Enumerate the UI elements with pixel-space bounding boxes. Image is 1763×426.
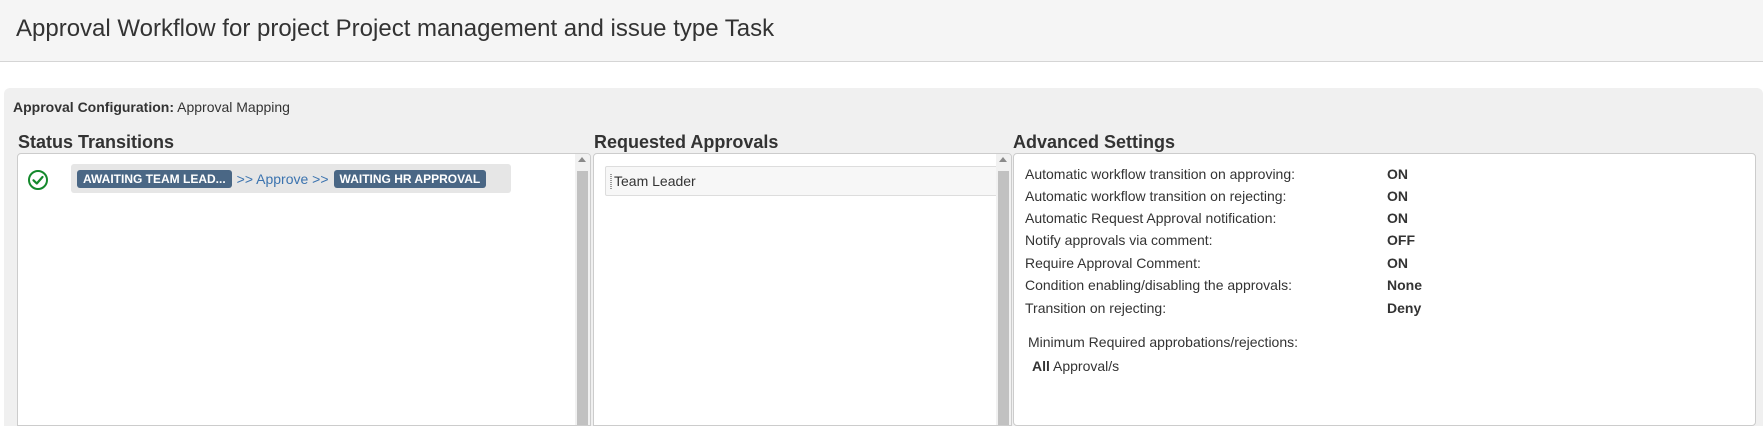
approval-list-item[interactable]: Team Leader bbox=[605, 166, 1011, 196]
status-transitions-box: AWAITING TEAM LEAD... >> Approve >> WAIT… bbox=[17, 153, 591, 426]
setting-label: Automatic workflow transition on rejecti… bbox=[1025, 188, 1287, 204]
drag-handle-icon[interactable] bbox=[610, 174, 612, 189]
setting-value: ON bbox=[1387, 166, 1408, 182]
page-title: Approval Workflow for project Project ma… bbox=[16, 15, 775, 42]
approval-config-panel: Approval Configuration: Approval Mapping… bbox=[4, 88, 1763, 426]
status-transitions-scrollbar[interactable] bbox=[575, 154, 590, 425]
setting-value: None bbox=[1387, 277, 1422, 293]
approval-config-line: Approval Configuration: Approval Mapping bbox=[13, 99, 290, 115]
requested-approvals-box: Team Leader bbox=[593, 153, 1012, 426]
setting-label: Condition enabling/disabling the approva… bbox=[1025, 277, 1292, 293]
minimum-required-label: Minimum Required approbations/rejections… bbox=[1028, 334, 1299, 350]
status-transition-item[interactable]: AWAITING TEAM LEAD... >> Approve >> WAIT… bbox=[71, 164, 511, 193]
page-header: Approval Workflow for project Project ma… bbox=[0, 0, 1763, 62]
transition-action-link[interactable]: >> Approve >> bbox=[237, 171, 329, 187]
setting-value: Deny bbox=[1387, 300, 1422, 316]
minimum-required-value: All Approval/s bbox=[1032, 358, 1119, 374]
setting-label: Automatic Request Approval notification: bbox=[1025, 210, 1277, 226]
scrollbar-thumb[interactable] bbox=[998, 171, 1009, 425]
advanced-settings-box: Automatic workflow transition on approvi… bbox=[1013, 153, 1756, 426]
setting-label: Transition on rejecting: bbox=[1025, 300, 1167, 316]
from-status-lozenge: AWAITING TEAM LEAD... bbox=[77, 169, 232, 188]
setting-value: ON bbox=[1387, 210, 1408, 226]
setting-label: Notify approvals via comment: bbox=[1025, 232, 1213, 248]
requested-approvals-scrollbar[interactable] bbox=[996, 154, 1011, 425]
advanced-settings-heading: Advanced Settings bbox=[1013, 132, 1176, 152]
setting-label: Automatic workflow transition on approvi… bbox=[1025, 166, 1296, 182]
scroll-up-arrow-icon[interactable] bbox=[999, 157, 1007, 162]
setting-value: ON bbox=[1387, 188, 1408, 204]
approval-config-value: Approval Mapping bbox=[177, 99, 290, 115]
check-circle-icon bbox=[28, 170, 48, 190]
scrollbar-thumb[interactable] bbox=[577, 171, 588, 425]
setting-value: OFF bbox=[1387, 232, 1415, 248]
requested-approvals-heading: Requested Approvals bbox=[594, 132, 779, 152]
setting-value: ON bbox=[1387, 255, 1408, 271]
minimum-required-value-rest: Approval/s bbox=[1049, 358, 1120, 374]
setting-label: Require Approval Comment: bbox=[1025, 255, 1201, 271]
approval-item-label: Team Leader bbox=[614, 173, 696, 189]
to-status-lozenge: WAITING HR APPROVAL bbox=[333, 169, 487, 188]
scroll-up-arrow-icon[interactable] bbox=[578, 157, 586, 162]
status-transitions-heading: Status Transitions bbox=[18, 132, 175, 152]
minimum-required-value-bold: All bbox=[1032, 358, 1050, 374]
approval-config-label: Approval Configuration: bbox=[13, 99, 174, 115]
